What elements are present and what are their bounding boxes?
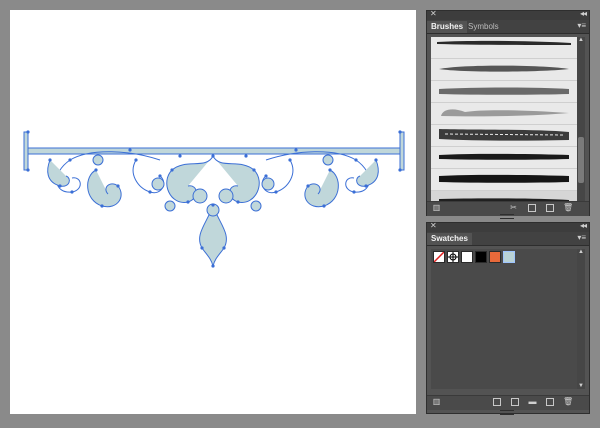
brush-options-icon[interactable] [528, 204, 536, 212]
swatch-white[interactable] [461, 251, 473, 263]
ornament-ring [322, 154, 334, 166]
swatch-black[interactable] [475, 251, 487, 263]
tab-symbols[interactable]: Symbols [464, 21, 503, 33]
brush-item[interactable] [431, 169, 577, 191]
ornament-ring [92, 154, 104, 166]
collapse-icon[interactable]: ◂◂ [580, 9, 587, 18]
swatches-tabbar: Swatches ▾≡ [427, 232, 589, 246]
ornament-left-curl [47, 159, 70, 187]
close-icon[interactable]: ✕ [430, 9, 437, 18]
new-swatch-icon[interactable] [546, 398, 554, 406]
scroll-up-icon[interactable]: ▲ [578, 249, 584, 255]
ornament-ring [218, 188, 234, 204]
brush-item[interactable] [431, 81, 577, 103]
delete-icon[interactable]: 🗑 [563, 398, 573, 406]
delete-icon[interactable]: 🗑 [563, 204, 573, 212]
ornament-ring [261, 177, 275, 191]
panel-resize-grip[interactable] [500, 410, 514, 415]
swatches-footer: ▥ ▬ 🗑 [427, 395, 589, 410]
swatch-grid [431, 249, 577, 389]
ornament-right-lower-curl [304, 169, 339, 208]
brush-item[interactable] [431, 125, 577, 147]
panel-menu-icon[interactable]: ▾≡ [577, 21, 586, 30]
panel-title-strip: ✕ ◂◂ [427, 221, 589, 232]
collapse-icon[interactable]: ◂◂ [580, 221, 587, 230]
brushes-panel: ✕ ◂◂ Brushes Symbols ▾≡ ▲ ▥ ✂ 🗑 [426, 9, 590, 216]
swatch-none[interactable] [433, 251, 445, 263]
brush-item[interactable] [431, 59, 577, 81]
libraries-icon[interactable]: ▥ [432, 398, 441, 406]
ornament-left-lower-curl [87, 169, 122, 208]
brush-item[interactable] [431, 103, 577, 125]
brush-item[interactable] [431, 147, 577, 169]
panel-menu-icon[interactable]: ▾≡ [577, 233, 586, 242]
ornament-ring [250, 200, 262, 212]
ornament-ring [192, 188, 208, 204]
swatches-panel: ✕ ◂◂ Swatches ▾≡ ▲ ▼ ▥ ▬ 🗑 [426, 221, 590, 414]
new-color-group-icon[interactable]: ▬ [528, 398, 537, 406]
swatch-light-blue[interactable] [503, 251, 515, 263]
close-icon[interactable]: ✕ [430, 221, 437, 230]
brush-list [431, 37, 577, 207]
swatch-registration[interactable] [447, 251, 459, 263]
ornament-left-end [23, 131, 29, 171]
scroll-thumb[interactable] [578, 137, 584, 183]
panel-resize-grip[interactable] [500, 214, 514, 219]
swatch-options-icon[interactable] [511, 398, 519, 406]
new-brush-icon[interactable] [546, 204, 554, 212]
ornament-ring [151, 177, 165, 191]
brush-item[interactable] [431, 37, 577, 59]
ornament-right-curl [356, 159, 379, 187]
artboard[interactable] [10, 10, 416, 414]
libraries-icon[interactable]: ▥ [432, 204, 441, 212]
ornament-artwork[interactable] [10, 10, 416, 414]
tab-brushes[interactable]: Brushes [427, 21, 468, 33]
brushes-tabbar: Brushes Symbols ▾≡ [427, 20, 589, 34]
remove-stroke-icon[interactable]: ✂ [509, 204, 518, 212]
swatch-scrollbar[interactable]: ▲ ▼ [577, 249, 585, 389]
scroll-down-icon[interactable]: ▼ [578, 383, 584, 389]
tab-swatches[interactable]: Swatches [427, 233, 472, 245]
swatch-orange[interactable] [489, 251, 501, 263]
ornament-right-end [399, 131, 405, 171]
ornament-bar [27, 147, 401, 155]
swatch-kind-icon[interactable] [493, 398, 501, 406]
panel-title-strip: ✕ ◂◂ [427, 9, 589, 20]
scroll-up-icon[interactable]: ▲ [578, 37, 584, 43]
brush-list-scrollbar[interactable]: ▲ ▼ [577, 37, 585, 207]
ornament-ring [164, 200, 176, 212]
